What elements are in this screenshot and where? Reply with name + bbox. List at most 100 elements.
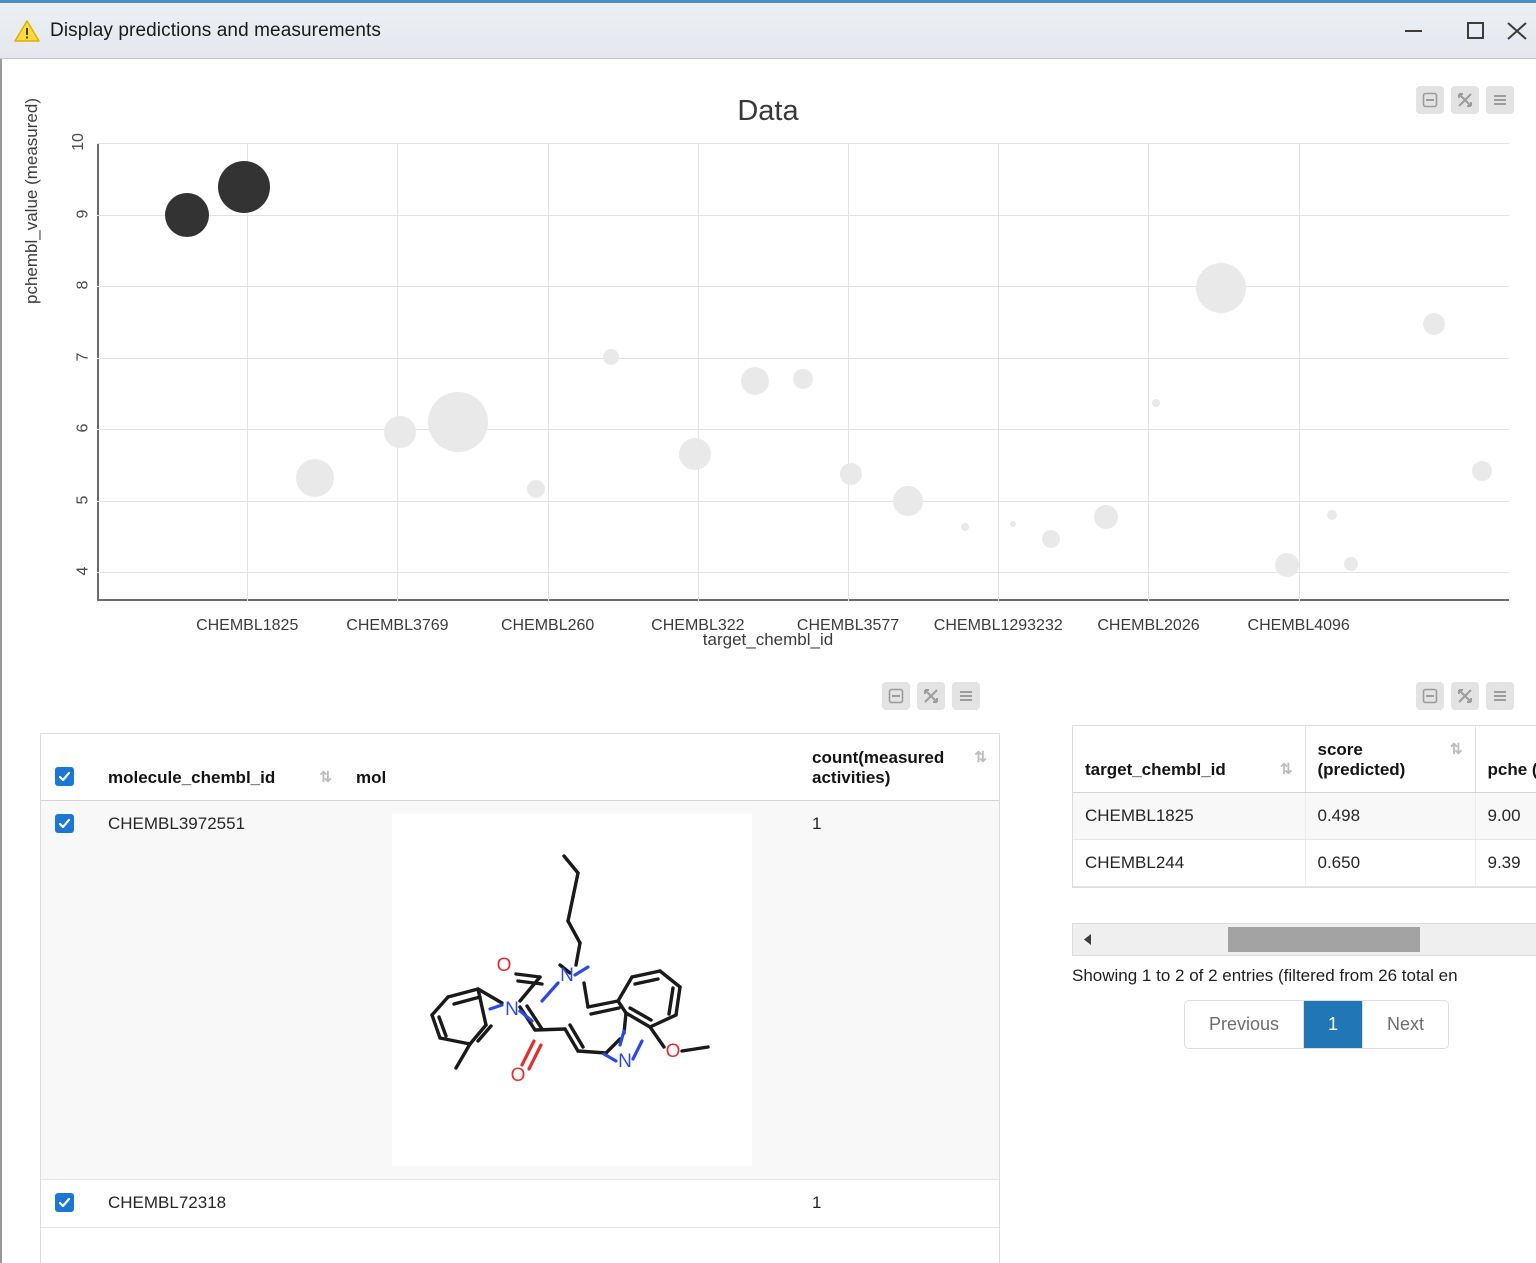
- column-header-pchembl-measured[interactable]: pche (mea: [1475, 726, 1536, 793]
- data-point[interactable]: [527, 480, 545, 498]
- page-1-button[interactable]: 1: [1304, 1001, 1363, 1048]
- data-point[interactable]: [1042, 530, 1060, 548]
- data-point[interactable]: [1472, 461, 1492, 481]
- atom-label-N: N: [618, 1051, 632, 1072]
- column-label: target_chembl_id: [1085, 760, 1226, 779]
- collapse-icon[interactable]: [1416, 682, 1444, 710]
- window-controls: [1382, 3, 1536, 58]
- data-point[interactable]: [961, 523, 969, 531]
- cell-mol: O O N N N O: [344, 801, 800, 1180]
- window-title: Display predictions and measurements: [50, 20, 381, 42]
- data-point[interactable]: [1423, 313, 1445, 335]
- atom-label-O: O: [497, 955, 512, 976]
- cell-molecule-chembl-id: CHEMBL3972551: [96, 801, 344, 1180]
- sort-icon[interactable]: ⇅: [1280, 760, 1293, 778]
- pagination: Previous 1 Next: [1184, 1000, 1449, 1049]
- scrollbar-thumb[interactable]: [1228, 927, 1420, 952]
- data-point-selected[interactable]: [165, 193, 209, 237]
- data-point[interactable]: [1344, 557, 1358, 571]
- collapse-icon[interactable]: [882, 682, 910, 710]
- gridline-horizontal: [97, 358, 1509, 359]
- previous-page-button[interactable]: Previous: [1185, 1001, 1304, 1048]
- gridline-horizontal: [97, 501, 1509, 502]
- data-point[interactable]: [603, 349, 619, 365]
- y-axis-tick-label: 5: [79, 491, 88, 509]
- molecules-table-container: ⇅ molecule_chembl_id mol ⇅ count(measure…: [40, 733, 1000, 1263]
- data-point[interactable]: [428, 392, 488, 452]
- cell-molecule-chembl-id: CHEMBL72318: [96, 1180, 344, 1228]
- data-point[interactable]: [1327, 510, 1337, 520]
- window-title-bar: Display predictions and measurements: [0, 0, 1536, 59]
- column-header-score-predicted[interactable]: ⇅ score (predicted): [1305, 726, 1475, 793]
- scrollbar-track[interactable]: [1103, 924, 1536, 955]
- table-row[interactable]: CHEMBL72318 1: [41, 1180, 999, 1228]
- table-row[interactable]: CHEMBL1825 0.498 9.00: [1073, 793, 1536, 840]
- expand-icon[interactable]: [917, 682, 945, 710]
- close-button[interactable]: [1506, 3, 1536, 59]
- table-row[interactable]: CHEMBL244 0.650 9.39: [1073, 840, 1536, 887]
- atom-label-N: N: [560, 965, 574, 986]
- row-checkbox[interactable]: [55, 814, 74, 833]
- sort-icon[interactable]: ⇅: [319, 768, 332, 786]
- menu-icon[interactable]: [1486, 682, 1514, 710]
- column-header-molecule-chembl-id[interactable]: ⇅ molecule_chembl_id: [96, 734, 344, 801]
- row-select-cell: [41, 801, 96, 1180]
- left-arrow-icon[interactable]: [1073, 924, 1103, 955]
- data-point-selected[interactable]: [218, 161, 270, 213]
- column-header-mol[interactable]: mol: [344, 734, 800, 801]
- row-checkbox[interactable]: [55, 1193, 74, 1212]
- data-point[interactable]: [793, 369, 813, 389]
- cell-mol: [344, 1180, 800, 1228]
- data-point[interactable]: [384, 416, 416, 448]
- cell-target-chembl-id: CHEMBL244: [1073, 840, 1305, 887]
- data-point[interactable]: [1152, 399, 1160, 407]
- close-icon: [1506, 21, 1530, 41]
- column-label: score (predicted): [1318, 740, 1406, 779]
- sort-icon[interactable]: ⇅: [974, 748, 987, 766]
- expand-icon[interactable]: [1451, 682, 1479, 710]
- y-axis-tick-label: 10: [70, 133, 88, 151]
- cell-score: 0.498: [1305, 793, 1475, 840]
- column-label: molecule_chembl_id: [108, 768, 275, 787]
- data-point[interactable]: [1275, 553, 1299, 577]
- gridline-vertical: [548, 143, 549, 601]
- gridline-vertical: [1148, 143, 1149, 601]
- data-point[interactable]: [840, 463, 862, 485]
- predictions-table: ⇅ target_chembl_id ⇅ score (predicted) p…: [1073, 726, 1536, 887]
- gridline-horizontal: [97, 286, 1509, 287]
- gridline-vertical: [1299, 143, 1300, 601]
- atom-label-N: N: [505, 999, 519, 1020]
- data-point[interactable]: [296, 459, 334, 497]
- column-header-count[interactable]: ⇅ count(measured activities): [800, 734, 999, 801]
- next-page-button[interactable]: Next: [1363, 1001, 1448, 1048]
- gridline-horizontal: [97, 572, 1509, 573]
- menu-icon[interactable]: [952, 682, 980, 710]
- column-label: count(measured activities): [812, 748, 944, 787]
- gridline-horizontal: [97, 429, 1509, 430]
- x-axis-tick-label: CHEMBL1825: [196, 617, 298, 635]
- maximize-button[interactable]: [1444, 3, 1506, 59]
- cell-score: 0.650: [1305, 840, 1475, 887]
- predictions-horizontal-scrollbar[interactable]: [1072, 923, 1536, 956]
- data-point[interactable]: [1010, 521, 1016, 527]
- gridline-vertical: [698, 143, 699, 601]
- atom-label-O: O: [666, 1041, 681, 1062]
- column-header-target-chembl-id[interactable]: ⇅ target_chembl_id: [1073, 726, 1305, 793]
- sort-icon[interactable]: ⇅: [1450, 740, 1463, 758]
- data-point[interactable]: [1094, 505, 1118, 529]
- data-point[interactable]: [679, 438, 711, 470]
- data-point[interactable]: [741, 367, 769, 395]
- cell-target-chembl-id: CHEMBL1825: [1073, 793, 1305, 840]
- minimize-button[interactable]: [1382, 3, 1444, 59]
- data-point[interactable]: [893, 486, 923, 516]
- x-axis-tick-label: CHEMBL2026: [1097, 617, 1199, 635]
- x-axis-tick-label: CHEMBL260: [501, 617, 594, 635]
- x-axis-tick-label: CHEMBL3577: [797, 617, 899, 635]
- scatter-plot-area[interactable]: 45678910CHEMBL1825CHEMBL3769CHEMBL260CHE…: [97, 143, 1509, 601]
- data-point[interactable]: [1196, 263, 1246, 313]
- select-all-checkbox[interactable]: [55, 767, 74, 786]
- entries-info-text: Showing 1 to 2 of 2 entries (filtered fr…: [1072, 966, 1536, 986]
- row-select-cell: [41, 1180, 96, 1228]
- chart-panel: Data pchembl_value (measured) target_che…: [0, 59, 1536, 674]
- table-row[interactable]: CHEMBL3972551: [41, 801, 999, 1180]
